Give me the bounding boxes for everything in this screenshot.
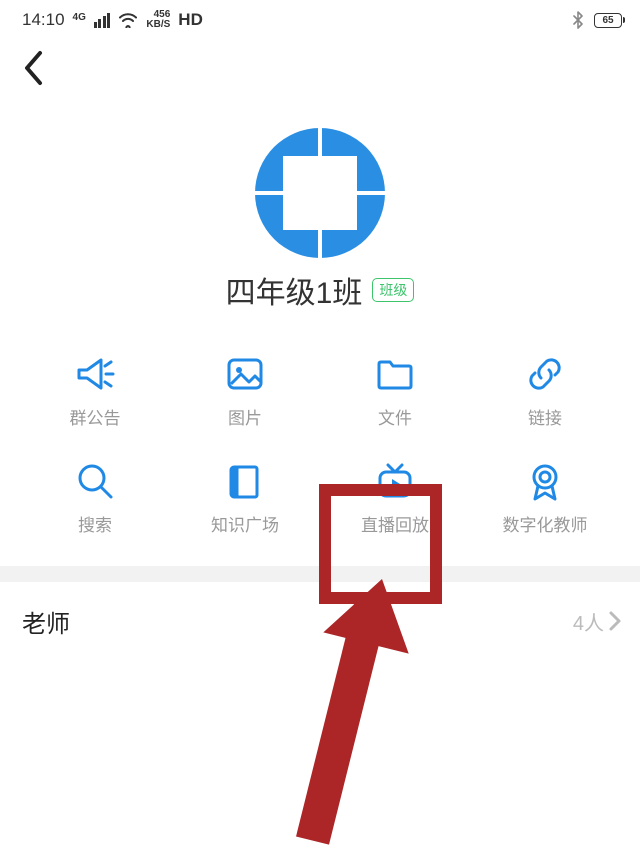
grid-item-announcement[interactable]: 群公告 <box>20 352 170 429</box>
grid-label: 直播回放 <box>361 511 429 536</box>
link-icon <box>523 352 567 396</box>
section-divider <box>0 566 640 582</box>
wifi-icon <box>118 12 138 28</box>
grid-label: 文件 <box>378 404 412 429</box>
grid-item-digital-teacher[interactable]: 数字化教师 <box>470 459 620 536</box>
folder-icon <box>373 352 417 396</box>
hd-label: HD <box>178 10 203 30</box>
grid-label: 群公告 <box>70 404 121 429</box>
status-right: 65 <box>570 11 622 29</box>
back-button[interactable] <box>14 42 52 99</box>
grid-item-knowledge[interactable]: 知识广场 <box>170 459 320 536</box>
teacher-label: 老师 <box>22 604 70 639</box>
net-speed: 456 KB/S <box>146 10 170 30</box>
grid-label: 链接 <box>528 404 562 429</box>
grid-item-file[interactable]: 文件 <box>320 352 470 429</box>
grid-item-link[interactable]: 链接 <box>470 352 620 429</box>
group-name: 四年级1班 <box>226 268 363 312</box>
megaphone-icon <box>73 352 117 396</box>
teacher-count: 4人 <box>573 607 604 636</box>
status-left: 14:10 4G 456 KB/S HD <box>22 10 203 30</box>
function-grid: 群公告 图片 文件 链接 <box>0 312 640 566</box>
class-avatar-icon <box>255 128 385 258</box>
book-icon <box>223 459 267 503</box>
status-time: 14:10 <box>22 10 65 30</box>
grid-item-live-replay[interactable]: 直播回放 <box>320 459 470 536</box>
image-icon <box>223 352 267 396</box>
teacher-row[interactable]: 老师 4人 <box>0 582 640 660</box>
nav-header <box>0 40 640 100</box>
group-info: 四年级1班 班级 <box>0 100 640 312</box>
grid-label: 数字化教师 <box>503 511 588 536</box>
bluetooth-icon <box>570 11 586 29</box>
chevron-left-icon <box>22 50 44 86</box>
grid-item-search[interactable]: 搜索 <box>20 459 170 536</box>
group-avatar[interactable] <box>255 128 385 258</box>
cell-signal-icon <box>94 13 111 28</box>
grid-label: 搜索 <box>78 511 112 536</box>
net-gen: 4G <box>73 12 86 23</box>
class-badge: 班级 <box>372 278 414 302</box>
group-name-row: 四年级1班 班级 <box>226 268 415 312</box>
grid-label: 图片 <box>228 404 262 429</box>
status-bar: 14:10 4G 456 KB/S HD 65 <box>0 0 640 40</box>
battery-icon: 65 <box>594 13 622 28</box>
tv-play-icon <box>373 459 417 503</box>
search-icon <box>73 459 117 503</box>
chevron-right-icon <box>608 610 622 632</box>
grid-label: 知识广场 <box>211 511 279 536</box>
award-icon <box>523 459 567 503</box>
teacher-count-group: 4人 <box>573 607 622 636</box>
grid-item-image[interactable]: 图片 <box>170 352 320 429</box>
